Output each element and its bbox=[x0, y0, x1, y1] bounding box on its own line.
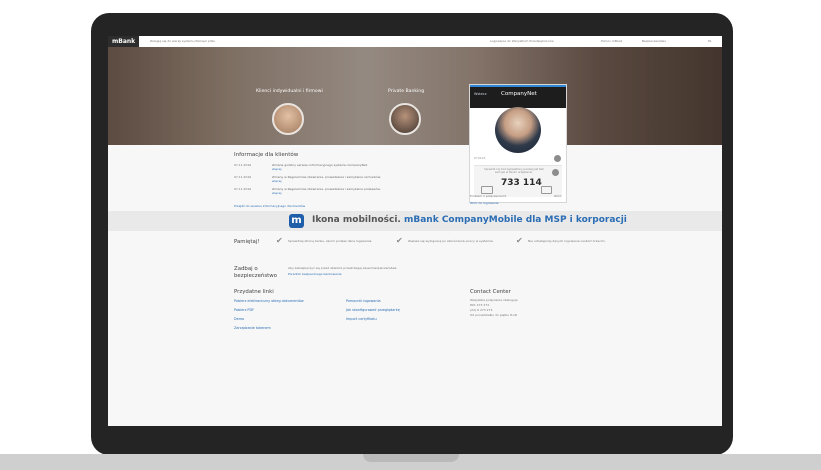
mbank-logo[interactable]: mBank bbox=[108, 36, 140, 47]
banner-lead: Ikona mobilności. bbox=[312, 215, 404, 225]
laptop-notch bbox=[363, 454, 459, 462]
remember-title: Pamiętaj! bbox=[234, 239, 260, 245]
check-icon-2: ✔ bbox=[396, 236, 403, 245]
check-icon-1: ✔ bbox=[276, 236, 283, 245]
segment-retail-avatar[interactable] bbox=[272, 103, 304, 135]
code-instructions: Sprawdź czy kod wyświetlony poniżej jest… bbox=[484, 168, 544, 175]
header-link-security[interactable]: Bezpieczeństwo bbox=[642, 39, 666, 43]
segment-retail-title[interactable]: Klienci indywidualni i firmowi bbox=[256, 89, 323, 94]
security-title: Zadbaj o bezpieczeństwo bbox=[234, 266, 277, 279]
info-link-3[interactable]: więcej bbox=[272, 191, 281, 195]
phone-icon bbox=[541, 186, 552, 194]
info-icon[interactable] bbox=[554, 155, 561, 162]
code-panel: Sprawdź czy kod wyświetlony poniżej jest… bbox=[474, 165, 562, 197]
useful-link-5[interactable]: Pomocnik logowania bbox=[346, 299, 381, 303]
info-title: Informacje dla klientów bbox=[234, 152, 299, 158]
segment-private-avatar[interactable] bbox=[389, 103, 421, 135]
info-link-2[interactable]: więcej bbox=[272, 179, 281, 183]
banner-highlight: mBank CompanyMobile dla MSP i korporacji bbox=[403, 215, 627, 225]
info-date-1: 07.11.2016 bbox=[234, 163, 252, 167]
computer-icon bbox=[481, 186, 493, 194]
info-date-3: 07.11.2016 bbox=[234, 187, 252, 191]
companynet-login-card: Wstecz CompanyNet 670143 Sprawdź czy kod… bbox=[469, 84, 567, 203]
header-link-login[interactable]: Logowanie do Wszystkich Przedsiębiorców bbox=[490, 39, 554, 43]
contact-hours: Od poniedziałku do piątku 8-18 bbox=[470, 313, 517, 317]
check-icon-3: ✔ bbox=[516, 236, 523, 245]
card-id: 670143 bbox=[474, 156, 486, 160]
back-link[interactable]: Wstecz bbox=[474, 92, 487, 96]
useful-link-6[interactable]: Jak skonfigurować przeglądarkę bbox=[346, 308, 400, 312]
hero-banner: Klienci indywidualni i firmowi Private B… bbox=[108, 47, 722, 145]
info-more-link[interactable]: Przejdź do serwisu informacyjnego dla kl… bbox=[234, 204, 305, 208]
return-link[interactable]: Wróć bbox=[554, 194, 561, 198]
contact-title: Contact Center bbox=[470, 289, 511, 295]
security-text: Aby zabezpieczyć się przed atakami przes… bbox=[288, 266, 398, 270]
contact-phone-1[interactable]: 801 273 273 bbox=[470, 303, 489, 307]
user-photo bbox=[495, 107, 541, 153]
browser-screen: mBank Zaloguj się do wersji systemu Pami… bbox=[108, 36, 722, 426]
useful-link-7[interactable]: Import certyfikatu bbox=[346, 317, 377, 321]
companymobile-icon: m bbox=[289, 214, 304, 228]
remember-item-2: Zawsze się wylogowuj po zakończeniu prac… bbox=[408, 239, 494, 243]
info-text-3: Zmiany w Regulaminie otwierania, prowadz… bbox=[272, 187, 381, 191]
back-to-login-link[interactable]: Wróć do logowania bbox=[470, 201, 498, 205]
contact-phone-2[interactable]: (22) 6 273 273 bbox=[470, 308, 492, 312]
useful-link-3[interactable]: Demo bbox=[234, 317, 244, 321]
info-text-1: Zmiana godziny serwisu informacyjnego sy… bbox=[272, 163, 368, 167]
useful-link-1[interactable]: Pobierz elektroniczny obieg dokumentów bbox=[234, 299, 304, 303]
card-header: Wstecz CompanyNet bbox=[470, 85, 566, 108]
remember-item-1: Sprawdzaj stronę banku, zanim podasz dan… bbox=[288, 239, 373, 243]
useful-link-2[interactable]: Pobierz PDF bbox=[234, 308, 254, 312]
useful-links-title: Przydatne linki bbox=[234, 289, 274, 295]
segment-private-title[interactable]: Private Banking bbox=[388, 89, 424, 94]
info-text-2: Zmiany w Regulaminie otwierania, prowadz… bbox=[272, 175, 381, 179]
verification-code: 733 114 bbox=[501, 178, 542, 188]
card-title: CompanyNet bbox=[501, 91, 537, 97]
info-date-2: 07.11.2016 bbox=[234, 175, 252, 179]
language-select[interactable]: PL bbox=[708, 39, 711, 43]
header-notice[interactable]: Zaloguj się do wersji systemu Pamięci pl… bbox=[150, 39, 215, 43]
connection-problem-link[interactable]: Problem z połączeniem? bbox=[470, 194, 506, 198]
header-link-help[interactable]: Pomoc mBank bbox=[601, 39, 622, 43]
useful-link-4[interactable]: Zarządzanie tokenem bbox=[234, 326, 271, 330]
remember-item-3: Nie udostępniaj danych logowania osobom … bbox=[528, 239, 606, 243]
help-icon[interactable] bbox=[552, 169, 559, 176]
security-link[interactable]: Poradnik bezpiecznego bankowania bbox=[288, 272, 342, 276]
info-link-1[interactable]: więcej bbox=[272, 167, 281, 171]
banner-text[interactable]: Ikona mobilności. mBank CompanyMobile dl… bbox=[312, 215, 627, 225]
contact-line-1: Wszystkie połączenia obsługuje bbox=[470, 298, 518, 302]
